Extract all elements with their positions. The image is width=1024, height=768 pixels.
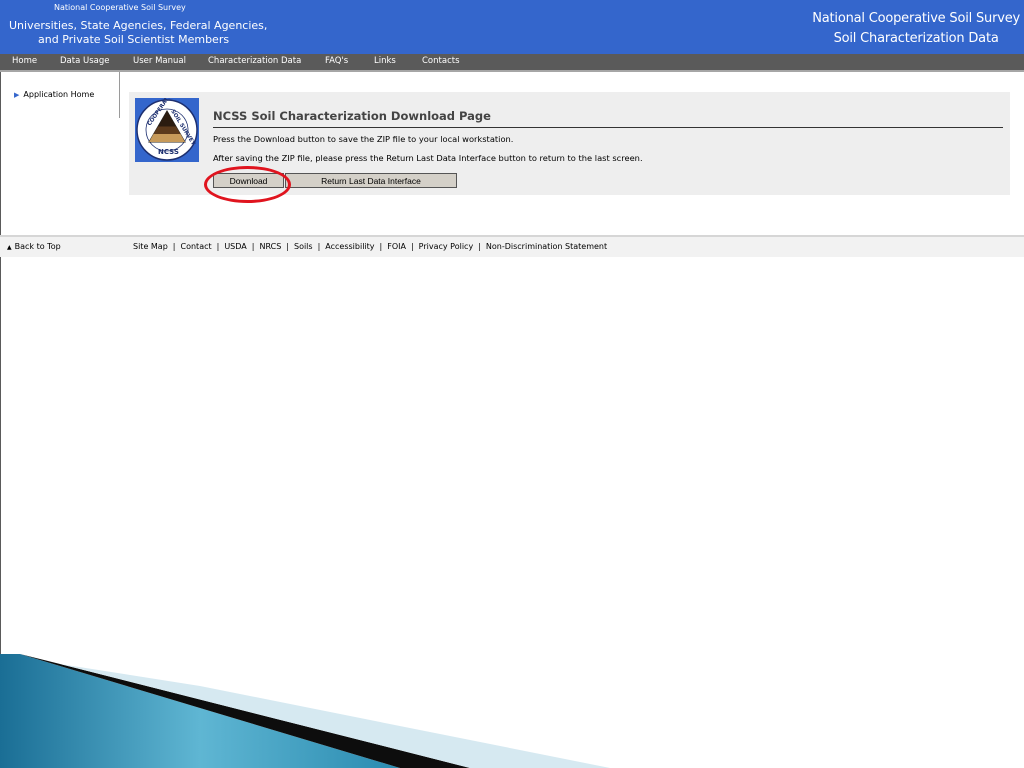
header-site-title-line2: Soil Characterization Data bbox=[833, 31, 999, 46]
header-small-title: National Cooperative Soil Survey bbox=[54, 3, 186, 12]
site-footer: ▲ Back to Top Site Map | Contact | USDA | NRCS |… bbox=[0, 235, 1024, 257]
nav-faqs[interactable]: FAQ's bbox=[325, 56, 348, 66]
nav-characterization-data[interactable]: Characterization Data bbox=[208, 56, 301, 66]
return-last-data-interface-button[interactable]: Return Last Data Interface bbox=[285, 173, 457, 188]
instruction-return: After saving the ZIP file, please press … bbox=[213, 153, 643, 163]
page-title: NCSS Soil Characterization Download Page bbox=[213, 109, 491, 123]
nav-home[interactable]: Home bbox=[12, 56, 37, 66]
header-site-title-line1: National Cooperative Soil Survey bbox=[812, 11, 1020, 26]
header-members: Universities, State Agencies, Federal Ag… bbox=[9, 19, 267, 47]
footer-link-foia[interactable]: FOIA bbox=[387, 242, 406, 251]
ncss-logo-graphic: COOPERATIVE SOIL SURVEY NCSS bbox=[136, 88, 198, 161]
sidebar: ▶ Application Home bbox=[0, 72, 120, 118]
footer-link-privacy-policy[interactable]: Privacy Policy bbox=[419, 242, 474, 251]
footer-link-nrcs[interactable]: NRCS bbox=[259, 242, 281, 251]
footer-link-site-map[interactable]: Site Map bbox=[133, 242, 168, 251]
decorative-swoosh bbox=[0, 654, 610, 768]
header-members-line2: and Private Soil Scientist Members bbox=[38, 33, 230, 46]
separator: | bbox=[216, 242, 220, 251]
highlight-ring-annotation bbox=[204, 166, 291, 203]
separator: | bbox=[172, 242, 176, 251]
nav-user-manual[interactable]: User Manual bbox=[133, 56, 186, 66]
header-members-line1: Universities, State Agencies, Federal Ag… bbox=[9, 19, 268, 32]
logo-text-bottom: NCSS bbox=[158, 148, 179, 156]
ncss-logo: COOPERATIVE SOIL SURVEY NCSS bbox=[135, 88, 199, 162]
separator: | bbox=[410, 242, 414, 251]
footer-link-contact[interactable]: Contact bbox=[181, 242, 212, 251]
back-to-top-link[interactable]: ▲ Back to Top bbox=[7, 242, 61, 251]
separator: | bbox=[317, 242, 321, 251]
separator: | bbox=[379, 242, 383, 251]
separator: | bbox=[286, 242, 289, 251]
sidebar-item-label: Application Home bbox=[23, 90, 95, 99]
nav-links[interactable]: Links bbox=[374, 56, 396, 66]
title-divider bbox=[213, 127, 1003, 128]
instruction-download: Press the Download button to save the ZI… bbox=[213, 134, 514, 144]
footer-link-usda[interactable]: USDA bbox=[224, 242, 246, 251]
download-panel: COOPERATIVE SOIL SURVEY NCSS NCSS Soil C… bbox=[129, 88, 1010, 203]
back-to-top-label: Back to Top bbox=[14, 242, 61, 251]
nav-contacts[interactable]: Contacts bbox=[422, 56, 460, 66]
main-nav: Home Data Usage User Manual Characteriza… bbox=[0, 54, 1024, 72]
triangle-right-icon: ▶ bbox=[14, 91, 20, 99]
site-header: National Cooperative Soil Survey Univers… bbox=[0, 0, 1024, 54]
footer-links: Site Map | Contact | USDA | NRCS | Soils | Accessi… bbox=[133, 242, 607, 251]
footer-link-non-discrimination[interactable]: Non-Discrimination Statement bbox=[486, 242, 607, 251]
footer-link-accessibility[interactable]: Accessibility bbox=[325, 242, 374, 251]
separator: | bbox=[478, 242, 481, 251]
sidebar-item-application-home[interactable]: ▶ Application Home bbox=[14, 90, 94, 99]
caret-up-icon: ▲ bbox=[7, 244, 12, 251]
nav-data-usage[interactable]: Data Usage bbox=[60, 56, 109, 66]
header-site-title: National Cooperative Soil Survey Soil Ch… bbox=[812, 9, 1020, 49]
footer-link-soils[interactable]: Soils bbox=[294, 242, 313, 251]
separator: | bbox=[251, 242, 255, 251]
